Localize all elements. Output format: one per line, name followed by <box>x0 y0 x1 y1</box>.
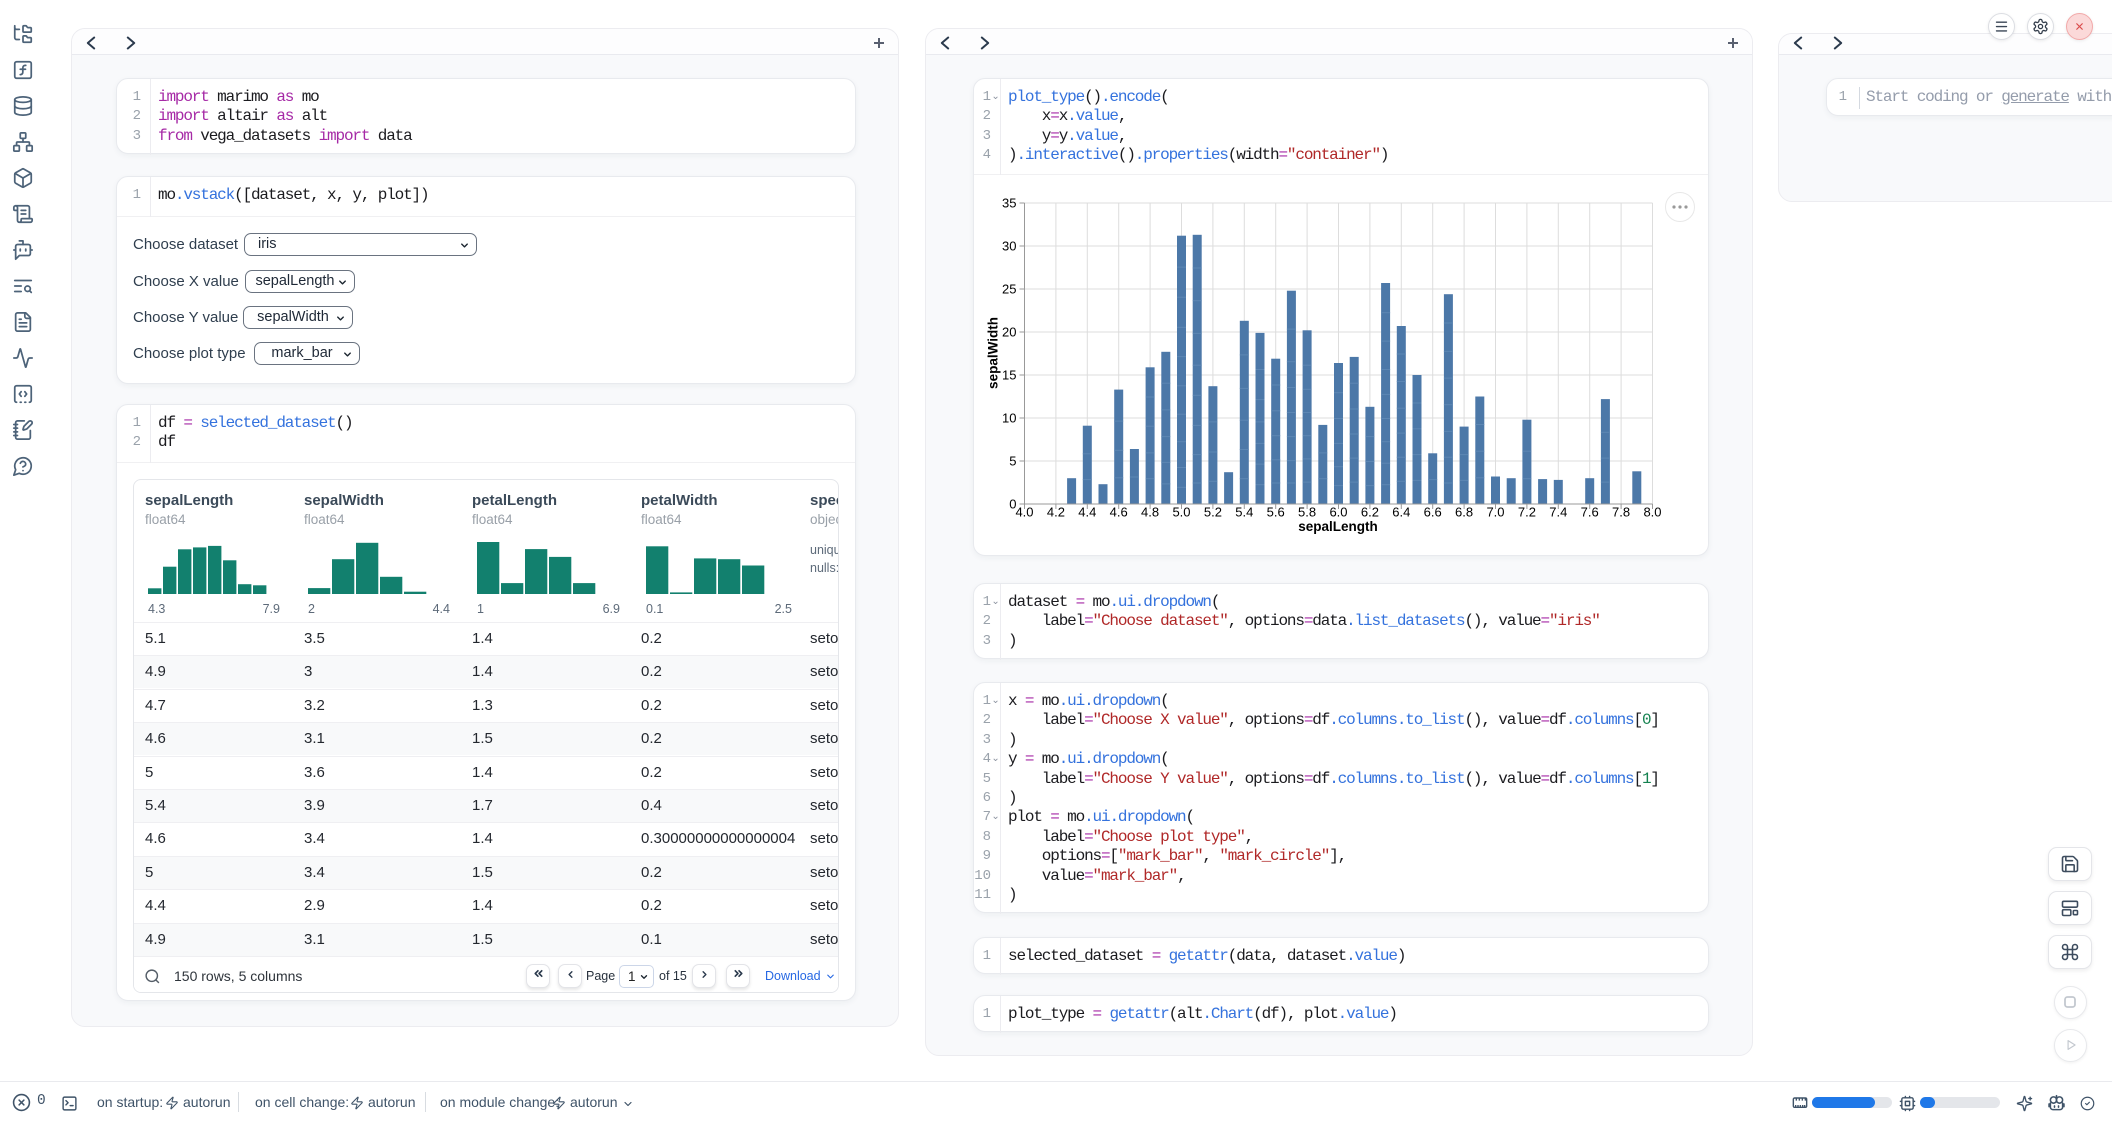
svg-text:30: 30 <box>1002 239 1016 254</box>
svg-text:sepalWidth: sepalWidth <box>986 317 1001 389</box>
svg-text:15: 15 <box>1002 368 1016 383</box>
svg-text:5: 5 <box>1009 454 1016 469</box>
svg-text:0: 0 <box>1009 497 1016 512</box>
svg-text:10: 10 <box>1002 411 1016 426</box>
svg-text:35: 35 <box>1002 196 1016 211</box>
svg-text:25: 25 <box>1002 282 1016 297</box>
svg-text:sepalLength: sepalLength <box>1298 519 1378 534</box>
svg-text:20: 20 <box>1002 325 1016 340</box>
